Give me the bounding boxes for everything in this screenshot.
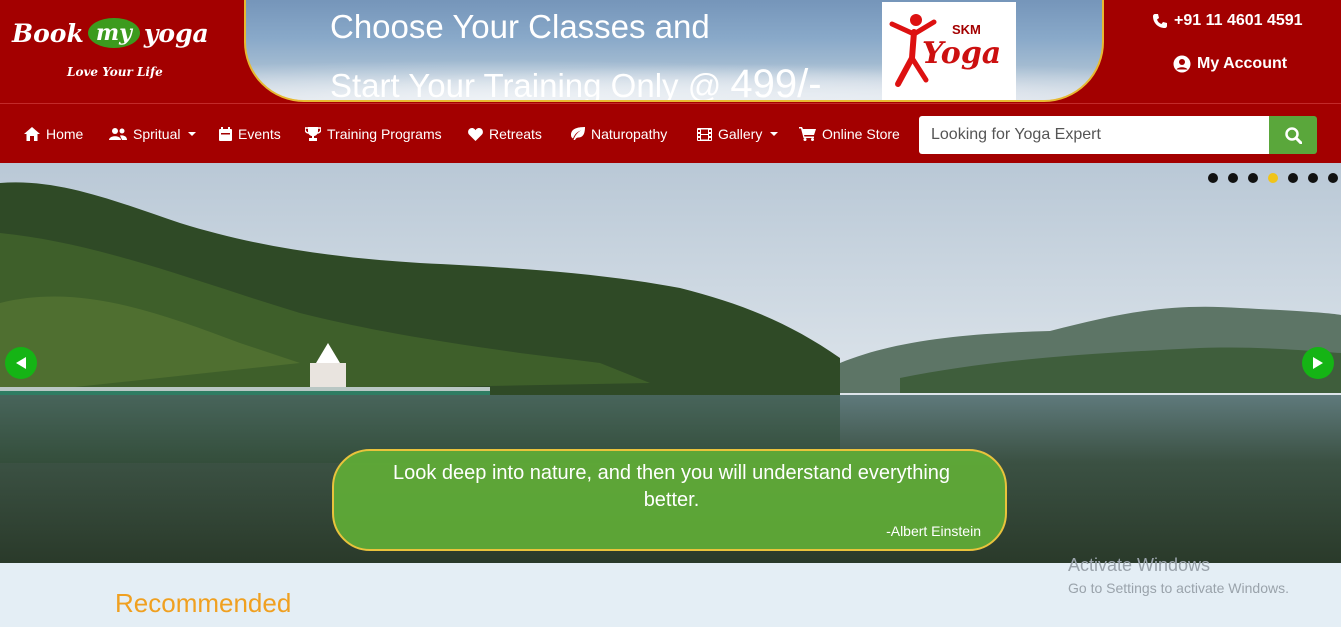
my-account-link[interactable]: My Account	[1173, 55, 1287, 73]
nav-item-gallery[interactable]: Gallery	[697, 104, 779, 164]
nav-item-online-store[interactable]: Online Store	[799, 104, 900, 164]
account-label: My Account	[1197, 55, 1288, 72]
banner-price: 499/-	[730, 62, 822, 102]
nav-item-home[interactable]: Home	[24, 104, 83, 164]
quote-box: Look deep into nature, and then you will…	[332, 449, 1007, 551]
slide-dot[interactable]	[1248, 173, 1258, 183]
search-input[interactable]	[919, 116, 1269, 154]
search-button[interactable]	[1269, 116, 1317, 154]
phone-contact[interactable]: +91 11 4601 4591	[1152, 12, 1303, 30]
skm-word: Yoga	[922, 36, 1002, 71]
watermark-title: Activate Windows	[1068, 555, 1211, 575]
search-icon	[1284, 126, 1302, 144]
nav-label: Spritual	[133, 126, 181, 142]
trophy-icon	[305, 127, 321, 141]
nav-label: Training Programs	[327, 126, 442, 142]
banner-offer-text: Start Your Training Only @	[330, 67, 722, 102]
home-icon	[24, 127, 40, 141]
top-header: Book my yoga Love Your Life Choose Your …	[0, 0, 1341, 103]
recommended-heading: Recommended	[115, 588, 292, 618]
triangle-right-icon	[1313, 357, 1323, 369]
nav-label: Home	[46, 126, 84, 142]
search-bar	[919, 116, 1317, 154]
logo-my: my	[87, 18, 140, 48]
nav-item-spritual[interactable]: Spritual	[109, 104, 197, 164]
slide-dot[interactable]	[1288, 173, 1298, 183]
slide-dot-active[interactable]	[1268, 173, 1278, 183]
skm-yoga-logo: SKM Yoga	[882, 2, 1016, 100]
slider-next-button[interactable]	[1302, 347, 1334, 379]
user-circle-icon	[1173, 55, 1191, 73]
nav-label: Gallery	[718, 126, 763, 142]
slide-dot[interactable]	[1228, 173, 1238, 183]
main-nav: Home Spritual Events Training Programs R…	[0, 103, 1341, 163]
users-icon	[109, 128, 127, 140]
banner-subheadline: Start Your Training Only @ 499/-	[330, 62, 822, 102]
nav-label: Events	[238, 126, 281, 142]
windows-activation-watermark: Activate Windows Go to Settings to activ…	[1068, 555, 1289, 596]
nav-item-retreats[interactable]: Retreats	[468, 104, 542, 164]
slider-dots	[1208, 173, 1338, 183]
quote-text: Look deep into nature, and then you will…	[392, 462, 951, 511]
chevron-down-icon	[770, 132, 779, 136]
logo-yoga: yoga	[143, 18, 209, 48]
phone-number: +91 11 4601 4591	[1174, 12, 1303, 29]
logo-tagline: Love Your Life	[67, 65, 163, 79]
calendar-icon	[219, 127, 232, 141]
nav-label: Naturopathy	[591, 126, 668, 142]
quote-author: -Albert Einstein	[886, 523, 981, 539]
nav-label: Online Store	[822, 126, 900, 142]
slide-dot[interactable]	[1308, 173, 1318, 183]
logo-wordmark: Book my yoga	[12, 18, 209, 48]
skm-brand: SKM	[952, 22, 981, 37]
nav-label: Retreats	[489, 126, 542, 142]
nav-item-training-programs[interactable]: Training Programs	[305, 104, 442, 164]
logo-book: Book	[12, 18, 84, 48]
film-icon	[697, 127, 712, 141]
triangle-left-icon	[16, 357, 26, 369]
nav-item-events[interactable]: Events	[219, 104, 281, 164]
slide-dot[interactable]	[1208, 173, 1218, 183]
phone-icon	[1153, 14, 1167, 28]
site-logo[interactable]: Book my yoga Love Your Life	[12, 14, 227, 84]
hero-slider: Look deep into nature, and then you will…	[0, 163, 1341, 563]
slide-dot[interactable]	[1328, 173, 1338, 183]
nav-item-naturopathy[interactable]: Naturopathy	[569, 104, 667, 164]
leaf-icon	[571, 127, 585, 140]
slider-prev-button[interactable]	[5, 347, 37, 379]
watermark-subtitle: Go to Settings to activate Windows.	[1068, 580, 1289, 596]
promo-banner[interactable]: Choose Your Classes and Start Your Train…	[244, 0, 1104, 102]
chevron-down-icon	[188, 132, 197, 136]
cart-icon	[799, 127, 816, 141]
heart-icon	[468, 127, 483, 141]
banner-headline: Choose Your Classes and	[330, 8, 710, 45]
